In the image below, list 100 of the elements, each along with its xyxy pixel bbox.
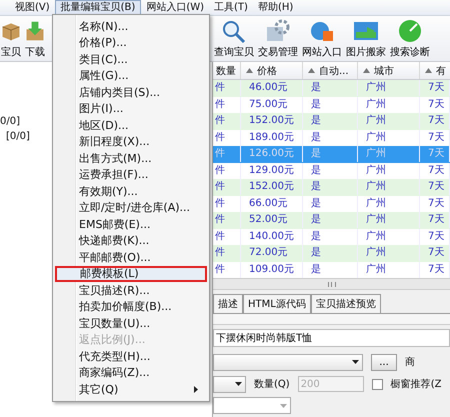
dropdown-field[interactable] — [213, 376, 246, 392]
menu-item[interactable]: EMS邮费(E)... — [55, 216, 207, 232]
table-row[interactable]: 件 72.00元 是 广州 7天 — [213, 245, 450, 262]
toolbar-button[interactable]: 下载 — [24, 16, 46, 61]
quantity-label: 数量(Q) — [254, 378, 290, 391]
menu-bar-item[interactable]: 帮助(H) — [252, 0, 298, 14]
table-cell: 件 — [213, 179, 241, 196]
dropdown-field[interactable] — [213, 354, 363, 370]
table-cell: 152.00元 — [241, 113, 303, 130]
browse-button[interactable]: ... — [371, 354, 397, 370]
table-row[interactable]: 件 152.00元 是 广州 7天 — [213, 179, 450, 196]
table-row[interactable]: 件 46.00元 是 广州 7天 — [213, 80, 450, 96]
column-header[interactable]: 城市 — [358, 62, 420, 79]
tab[interactable]: 描述 — [213, 294, 243, 313]
menu-item[interactable]: 图片(I)... — [55, 100, 207, 117]
table-cell: 52.00元 — [241, 212, 303, 228]
table-cell: 件 — [213, 146, 241, 162]
menu-item[interactable]: 类目(C)... — [55, 51, 207, 68]
column-header[interactable]: 自动... — [303, 62, 358, 79]
menu-item[interactable]: 地区(D)... — [55, 117, 207, 134]
download-icon — [24, 18, 46, 42]
table-cell: 7天 — [420, 80, 450, 96]
menu-item[interactable]: 运费承担(F)... — [55, 166, 207, 183]
table-cell: 是 — [303, 146, 358, 162]
search-icon — [221, 18, 247, 42]
menu-item[interactable]: 快递邮费(K)... — [55, 232, 207, 249]
table-cell: 是 — [303, 245, 358, 262]
menu-item[interactable]: 店铺内类目(S)... — [55, 84, 207, 100]
table-cell: 是 — [303, 80, 358, 96]
splitter-handle[interactable] — [328, 282, 336, 286]
table-cell: 7天 — [420, 113, 450, 130]
table-row[interactable]: 件 129.00元 是 广州 7天 — [213, 162, 450, 179]
table-cell: 7天 — [420, 146, 450, 162]
field-label: 商 — [405, 356, 415, 369]
table-cell: 广州 — [358, 179, 420, 196]
menu-item[interactable]: 商家编码(Z)... — [55, 364, 207, 381]
menu-bar-item[interactable]: 工具(T) — [209, 0, 253, 14]
toolbar-button[interactable]: 图片搬家 — [344, 16, 388, 61]
table-row[interactable]: 件 152.00元 是 广州 7天 — [213, 113, 450, 130]
column-header[interactable]: 价格 — [241, 62, 303, 79]
table-cell: 152.00元 — [241, 179, 303, 196]
column-header[interactable]: 数量 — [213, 62, 241, 79]
menu-bar-item[interactable]: 视图(V) — [10, 0, 55, 14]
title-field[interactable]: 下摆休闲时尚韩版T恤 — [213, 329, 450, 347]
table-cell: 广州 — [358, 245, 420, 262]
table-row[interactable]: 件 75.00元 是 广州 7天 — [213, 96, 450, 113]
toolbar-button[interactable]: 交易管理 — [256, 16, 300, 61]
table-row[interactable]: 件 52.00元 是 广州 7天 — [213, 212, 450, 228]
table-cell: 广州 — [358, 212, 420, 228]
menu-item[interactable]: 其它(Q) — [55, 381, 207, 398]
menu-item[interactable]: 平邮邮费(O)... — [55, 249, 207, 266]
table-cell: 126.00元 — [241, 146, 303, 162]
checkbox[interactable] — [372, 378, 383, 390]
menu-item[interactable]: 宝贝描述(R)... — [55, 282, 207, 298]
toolbar-button[interactable]: 网站入口 — [300, 16, 344, 61]
table-cell: 广州 — [358, 113, 420, 130]
table-row[interactable]: 件 66.00元 是 广州 7天 — [213, 196, 450, 212]
menu-item[interactable]: 拍卖加价幅度(B)... — [55, 298, 207, 315]
table-cell: 是 — [303, 179, 358, 196]
menu-item[interactable]: 宝贝数量(U)... — [55, 315, 207, 332]
table-cell: 7天 — [420, 212, 450, 228]
toolbar-button[interactable]: 宝贝 — [0, 16, 22, 61]
table-cell: 广州 — [358, 80, 420, 96]
menu-item[interactable]: 名称(N)... — [55, 18, 207, 34]
table-cell: 是 — [303, 212, 358, 228]
radar-icon — [397, 18, 423, 42]
column-header[interactable]: 有 — [420, 62, 450, 79]
table-cell: 件 — [213, 80, 241, 96]
table-cell: 46.00元 — [241, 80, 303, 96]
table-cell: 72.00元 — [241, 245, 303, 262]
table-cell: 广州 — [358, 146, 420, 162]
menu-item[interactable]: 出售方式(M)... — [55, 150, 207, 166]
menu-item[interactable]: 新旧程度(X)... — [55, 134, 207, 150]
checkbox-label: 橱窗推荐(Z — [390, 378, 442, 391]
toolbar-button[interactable]: 搜索诊断 — [388, 16, 432, 61]
tree-item[interactable]: 0/0] — [0, 114, 20, 129]
table-row[interactable]: 件 109.00元 是 广州 7天 — [213, 262, 450, 278]
dropdown-field[interactable] — [213, 397, 291, 414]
table-cell: 是 — [303, 113, 358, 130]
table-cell: 件 — [213, 113, 241, 130]
tree-item[interactable]: [0/0] — [6, 129, 30, 144]
menu-bar-item[interactable]: 网站入口(W) — [141, 0, 210, 14]
dropdown-arrow-icon — [280, 404, 287, 408]
dropdown-arrow-icon — [352, 360, 359, 364]
menu-item[interactable]: 代充类型(H)... — [55, 348, 207, 364]
table-cell: 7天 — [420, 245, 450, 262]
menu-item[interactable]: 价格(P)... — [55, 34, 207, 51]
table-cell: 件 — [213, 245, 241, 262]
menu-item[interactable]: 立即/定时/进仓库(A)... — [55, 200, 207, 216]
menu-item[interactable]: 有效期(Y)... — [55, 183, 207, 200]
table-row[interactable]: 件 140.00元 是 广州 7天 — [213, 228, 450, 245]
tab[interactable]: 宝贝描述预览 — [310, 294, 381, 313]
menu-item[interactable]: 邮费模板(L) — [55, 266, 207, 282]
tab[interactable]: HTML源代码 — [243, 294, 311, 313]
dropdown-arrow-icon — [235, 382, 242, 386]
table-cell: 件 — [213, 212, 241, 228]
table-cell: 7天 — [420, 179, 450, 196]
toolbar-button[interactable]: 查询宝贝 — [212, 16, 256, 61]
table-row[interactable]: 件 189.00元 是 广州 7天 — [213, 130, 450, 146]
menu-item[interactable]: 属性(G)... — [55, 68, 207, 84]
